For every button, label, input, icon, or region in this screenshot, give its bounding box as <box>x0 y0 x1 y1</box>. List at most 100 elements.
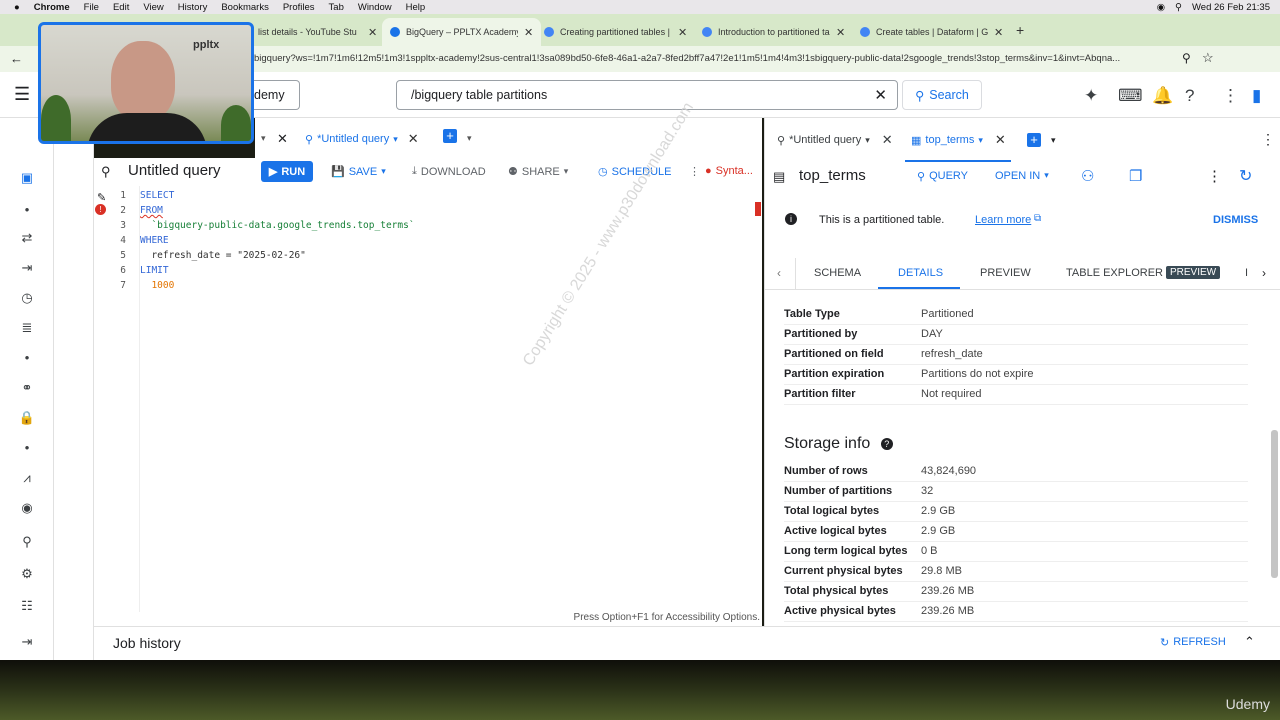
chevron-right-icon[interactable]: › <box>1262 266 1266 280</box>
chevron-up-icon[interactable]: ⌃ <box>1244 634 1255 650</box>
hamburger-menu-icon[interactable]: ☰ <box>14 84 30 105</box>
menu-file[interactable]: File <box>84 2 99 13</box>
chevron-down-icon[interactable]: ▾ <box>261 133 266 144</box>
nav-dot-icon[interactable]: • <box>18 440 36 455</box>
more-vert-icon[interactable]: ⋮ <box>1222 86 1239 106</box>
menu-profiles[interactable]: Profiles <box>283 2 315 13</box>
menu-window[interactable]: Window <box>358 2 392 13</box>
save-button[interactable]: 💾 SAVE ▾ <box>331 165 386 179</box>
more-vert-icon[interactable]: ⋮ <box>689 165 700 178</box>
close-icon[interactable]: ✕ <box>836 26 845 39</box>
new-query-icon[interactable]: + <box>443 129 457 143</box>
menu-view[interactable]: View <box>143 2 163 13</box>
job-history-title[interactable]: Job history <box>113 635 181 651</box>
run-button[interactable]: ▶ RUN <box>261 161 313 182</box>
cloud-shell-icon[interactable]: ⌨ <box>1118 86 1143 106</box>
nav-studio-icon[interactable]: ▣ <box>18 170 36 186</box>
download-button[interactable]: ⤓ DOWNLOAD <box>412 165 486 178</box>
tab-details[interactable]: DETAILS <box>898 267 943 279</box>
bookmark-star-icon[interactable]: ☆ <box>1202 50 1214 66</box>
nav-settings-icon[interactable]: ⚙ <box>18 566 36 582</box>
close-icon[interactable]: ✕ <box>277 131 288 147</box>
close-icon[interactable]: ✕ <box>408 131 419 147</box>
gemini-icon[interactable]: ✦ <box>1084 86 1098 106</box>
close-icon[interactable]: ✕ <box>994 26 1003 39</box>
nav-lock-icon[interactable]: 🔒 <box>18 410 36 426</box>
tab-preview[interactable]: PREVIEW <box>980 267 1031 279</box>
apple-icon[interactable]: ● <box>14 2 20 13</box>
menu-help[interactable]: Help <box>406 2 426 13</box>
account-avatar-icon[interactable]: ▮ <box>1252 86 1261 106</box>
query-button[interactable]: ⚲ QUERY <box>917 170 968 183</box>
chevron-down-icon[interactable]: ▾ <box>393 134 398 145</box>
nav-tree-icon[interactable]: ⚲ <box>18 534 36 550</box>
nav-chart-icon[interactable]: ⩘ <box>18 470 36 486</box>
close-icon[interactable]: ✕ <box>678 26 687 39</box>
nav-dot-icon[interactable]: • <box>18 350 36 365</box>
open-in-button[interactable]: OPEN IN ▾ <box>995 170 1049 182</box>
menu-tab[interactable]: Tab <box>329 2 344 13</box>
nav-pipelines-icon[interactable]: ⇥ <box>18 260 36 276</box>
browser-tab-introduction[interactable]: Introduction to partitioned ta ✕ <box>694 18 853 46</box>
new-query-icon[interactable]: + <box>1027 133 1041 147</box>
share-person-icon[interactable]: ⚇ <box>1081 167 1094 185</box>
wifi-icon[interactable]: ◉ <box>1157 2 1165 13</box>
browser-tab-dataform[interactable]: Create tables | Dataform | G ✕ <box>852 18 1011 46</box>
nav-dot-icon[interactable]: • <box>18 202 36 217</box>
search-button[interactable]: ⚲ Search <box>902 80 982 110</box>
browser-tab-bigquery[interactable]: BigQuery – PPLTX Academy ✕ <box>382 18 542 46</box>
sql-editor[interactable]: ✎ ! 1 SELECT 2 FROM 3 `bigquery-public-d… <box>94 186 762 612</box>
browser-tab-youtube[interactable]: list details - YouTube Stu ✕ <box>250 18 385 46</box>
scrollbar-thumb[interactable] <box>1271 430 1278 578</box>
refresh-icon[interactable]: ↻ <box>1239 166 1252 186</box>
pencil-icon[interactable]: ✎ <box>97 191 106 204</box>
tab-overflow[interactable]: I <box>1245 267 1248 279</box>
tab-untitled-query[interactable]: ⚲ *Untitled query ▾ ✕ <box>299 118 431 162</box>
browser-tab-creating[interactable]: Creating partitioned tables | ✕ <box>536 18 695 46</box>
more-vert-icon[interactable]: ⋮ <box>1207 167 1222 185</box>
close-icon[interactable]: ✕ <box>368 26 377 39</box>
close-icon[interactable]: ✕ <box>882 132 893 148</box>
nav-docs-icon[interactable]: ☷ <box>18 598 36 614</box>
back-arrow-icon[interactable]: ← <box>10 51 23 66</box>
console-search-input[interactable]: /bigquery table partitions ✕ <box>396 80 898 110</box>
menubar-clock[interactable]: Wed 26 Feb 21:35 <box>1192 2 1270 13</box>
nav-transfer-icon[interactable]: ⇄ <box>18 230 36 246</box>
close-icon[interactable]: ✕ <box>524 26 533 39</box>
copy-icon[interactable]: ❐ <box>1129 167 1142 185</box>
nav-history-icon[interactable]: ◷ <box>18 290 36 306</box>
project-picker[interactable]: demy <box>250 80 300 110</box>
clear-search-icon[interactable]: ✕ <box>874 86 887 104</box>
more-vert-icon[interactable]: ⋮ <box>1261 131 1275 148</box>
chevron-down-icon[interactable]: ▾ <box>1051 135 1056 146</box>
notifications-bell-icon[interactable]: 🔔 <box>1152 86 1173 106</box>
nav-migration-icon[interactable]: ⚭ <box>18 380 36 396</box>
menu-bookmarks[interactable]: Bookmarks <box>221 2 269 13</box>
new-tab-icon[interactable]: + <box>1016 22 1024 38</box>
query-title[interactable]: Untitled query <box>128 162 221 179</box>
menu-history[interactable]: History <box>178 2 208 13</box>
chevron-left-icon[interactable]: ‹ <box>777 266 781 280</box>
tab-top-terms[interactable]: ▦ top_terms ▾ ✕ <box>911 132 1006 148</box>
zoom-icon[interactable]: ⚲ <box>1182 51 1191 65</box>
menu-app-name[interactable]: Chrome <box>34 2 70 13</box>
tab-table-explorer[interactable]: TABLE EXPLORER PREVIEW <box>1066 266 1221 279</box>
close-icon[interactable]: ✕ <box>995 132 1006 148</box>
url-field[interactable]: bigquery?ws=!1m7!1m6!12m5!1m3!1sppltx-ac… <box>254 46 1169 72</box>
error-icon[interactable]: ! <box>95 204 106 215</box>
tab-schema[interactable]: SCHEMA <box>814 267 861 279</box>
help-icon[interactable]: ? <box>1185 86 1194 106</box>
refresh-button[interactable]: ↻ REFRESH <box>1160 636 1226 649</box>
tab-untitled-query-right[interactable]: ⚲ *Untitled query ▾ ✕ <box>777 132 893 148</box>
share-button[interactable]: ⚉ SHARE ▾ <box>508 165 568 179</box>
syntax-error-indicator[interactable]: ● Synta... <box>705 165 753 177</box>
menu-edit[interactable]: Edit <box>113 2 129 13</box>
nav-list-icon[interactable]: ≣ <box>18 320 36 336</box>
chevron-down-icon[interactable]: ▾ <box>467 133 472 144</box>
dismiss-button[interactable]: DISMISS <box>1213 214 1258 226</box>
learn-more-link[interactable]: Learn more <box>975 214 1031 226</box>
nav-expand-icon[interactable]: ⇥ <box>18 634 36 650</box>
search-icon[interactable]: ⚲ <box>1175 2 1182 13</box>
nav-compass-icon[interactable]: ◉ <box>18 500 36 516</box>
help-icon[interactable]: ? <box>880 437 893 450</box>
